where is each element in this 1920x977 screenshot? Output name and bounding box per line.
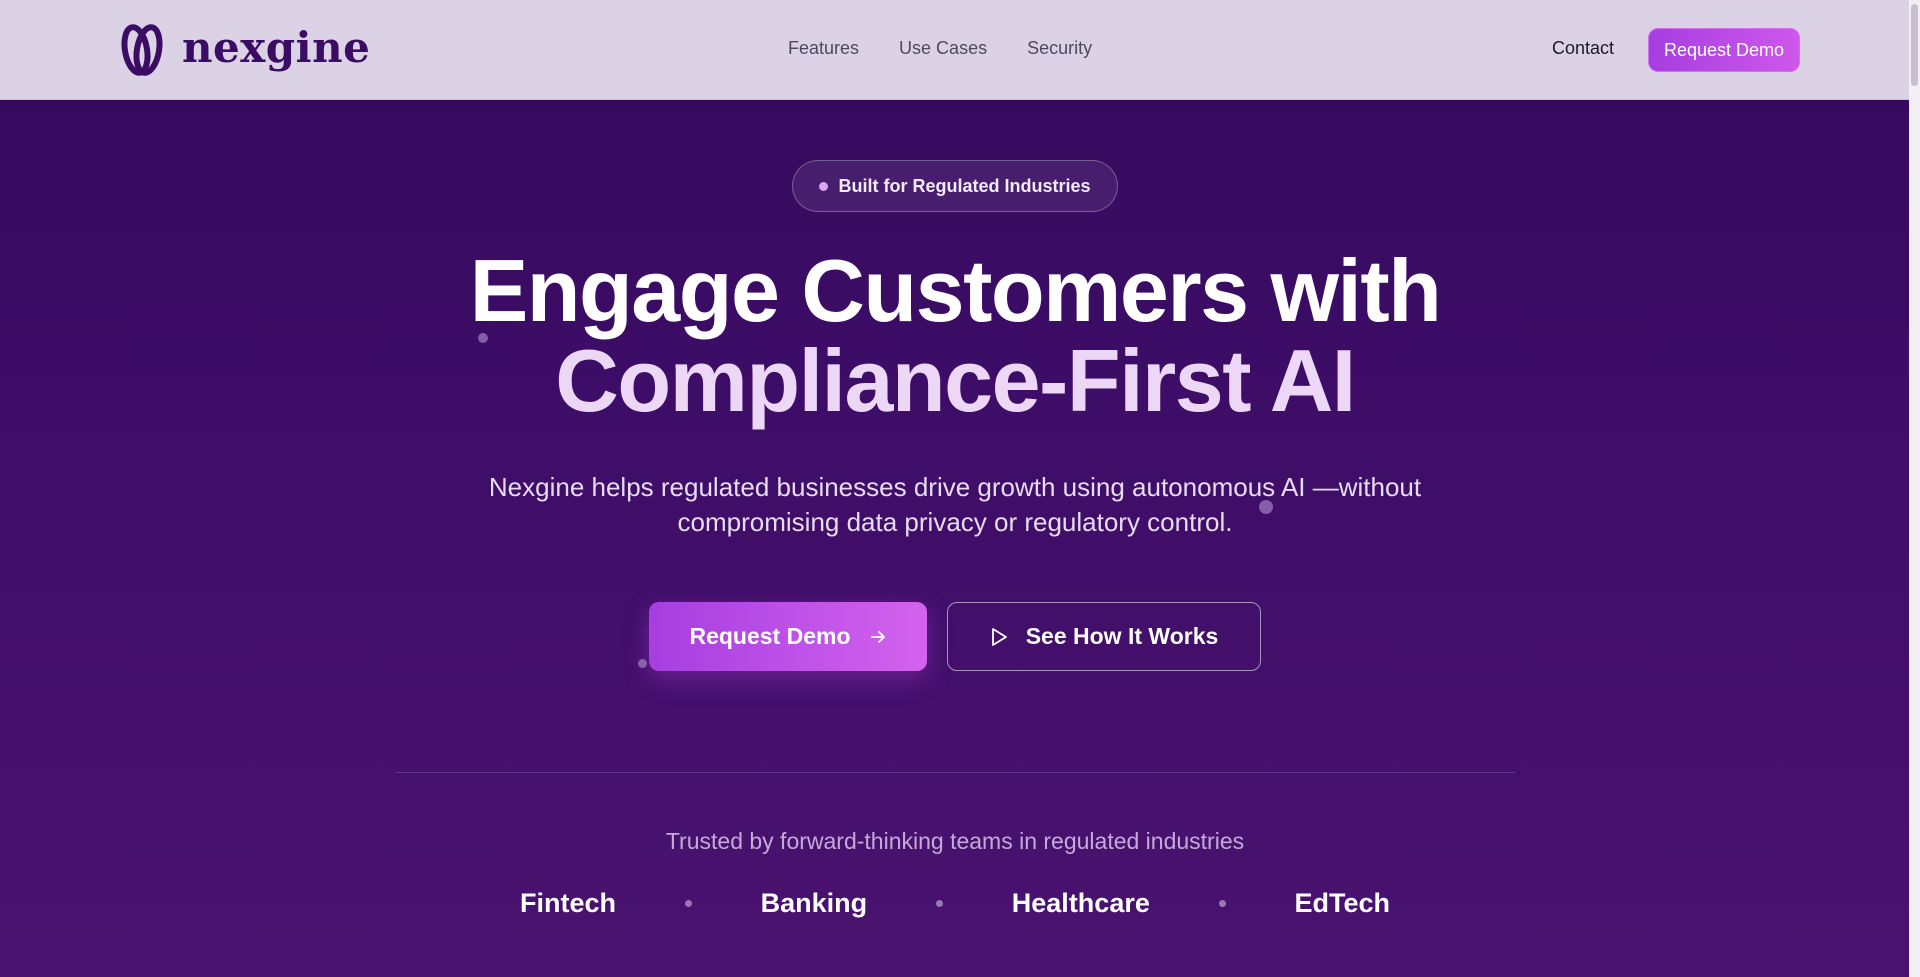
nav-item-use-cases[interactable]: Use Cases (899, 38, 987, 59)
industry-banking: Banking (760, 888, 868, 918)
arrow-right-icon (869, 628, 887, 646)
trusted-heading: Trusted by forward-thinking teams in reg… (665, 828, 1245, 854)
request-demo-button[interactable]: Request Demo (649, 602, 927, 671)
scrollbar-thumb[interactable] (1911, 4, 1918, 86)
nexgine-logo-mark-icon (121, 24, 163, 76)
contact-link[interactable]: Contact (1552, 38, 1614, 59)
industry-badge: Built for Regulated Industries (792, 160, 1118, 212)
separator-dot-icon (684, 900, 692, 907)
hero-headline: Engage Customers with Compliance-First A… (360, 246, 1550, 426)
logo[interactable]: nexgine (114, 22, 370, 78)
see-how-it-works-label: See How It Works (1025, 623, 1219, 649)
headline-line-2: Compliance-First AI (555, 331, 1356, 430)
nav-item-security[interactable]: Security (1027, 38, 1092, 59)
decorative-particle (1259, 500, 1273, 514)
badge-text: Built for Regulated Industries (838, 175, 1091, 196)
headline-line-1: Engage Customers with (469, 241, 1442, 340)
hero-subtitle: Nexgine helps regulated businesses drive… (488, 472, 1422, 537)
request-demo-label: Request Demo (689, 623, 851, 649)
main-nav: Features Use Cases Security (788, 38, 1092, 59)
decorative-particle (638, 659, 647, 668)
play-icon (990, 627, 1008, 647)
page-scrollbar[interactable] (1909, 0, 1920, 977)
industry-fintech: Fintech (520, 888, 617, 918)
separator-dot-icon (935, 900, 943, 907)
site-header: nexgine Features Use Cases Security Cont… (0, 0, 1909, 100)
brand-name: nexgine (182, 23, 371, 72)
badge-dot-icon (819, 181, 829, 191)
industry-healthcare: Healthcare (1011, 888, 1150, 918)
industry-edtech: EdTech (1294, 888, 1390, 918)
decorative-particle (478, 333, 488, 343)
see-how-it-works-button[interactable]: See How It Works (947, 602, 1261, 671)
section-divider (395, 772, 1515, 773)
industries-list: Fintech Banking Healthcare EdTech (520, 888, 1390, 919)
header-request-demo-button[interactable]: Request Demo (1648, 28, 1800, 72)
nav-item-features[interactable]: Features (788, 38, 859, 59)
separator-dot-icon (1218, 900, 1226, 907)
